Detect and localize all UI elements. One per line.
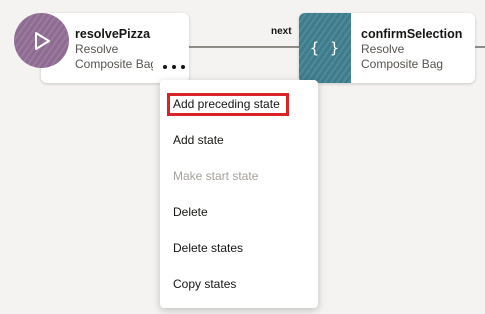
state-type-line2: Composite Bag [75, 57, 153, 71]
state-type-line2: Composite Bag [361, 57, 444, 71]
state-node-resolve-pizza[interactable]: resolvePizza Resolve Composite Bag [14, 13, 189, 83]
transition-label: next [271, 26, 292, 37]
menu-item-add-preceding-state[interactable]: Add preceding state [160, 92, 318, 116]
menu-item-delete[interactable]: Delete [160, 200, 318, 224]
state-node-text: confirmSelection Resolve Composite Bag [361, 26, 462, 72]
menu-item-delete-states[interactable]: Delete states [160, 236, 318, 260]
menu-item-copy-states[interactable]: Copy states [160, 272, 318, 296]
state-context-menu: Add preceding state Add state Make start… [160, 80, 318, 308]
state-type-line1: Resolve [75, 42, 119, 56]
state-type-line1: Resolve [361, 42, 405, 56]
more-actions-icon[interactable] [163, 61, 185, 73]
state-name: resolvePizza [75, 27, 151, 41]
menu-item-make-start-state: Make start state [173, 169, 259, 183]
braces-glyph: { } [309, 39, 341, 57]
transition-connector [189, 46, 299, 48]
menu-item-add-state[interactable]: Add state [160, 128, 318, 152]
state-node-text: resolvePizza Resolve Composite Bag [75, 26, 153, 72]
flow-canvas[interactable]: next resolvePizza Resolve Composite Bag … [0, 0, 485, 314]
play-icon [14, 13, 69, 68]
outgoing-connector [475, 46, 485, 48]
state-name: confirmSelection [361, 27, 463, 41]
state-node-confirm-selection[interactable]: { } confirmSelection Resolve Composite B… [299, 13, 475, 83]
braces-icon: { } [299, 13, 351, 83]
